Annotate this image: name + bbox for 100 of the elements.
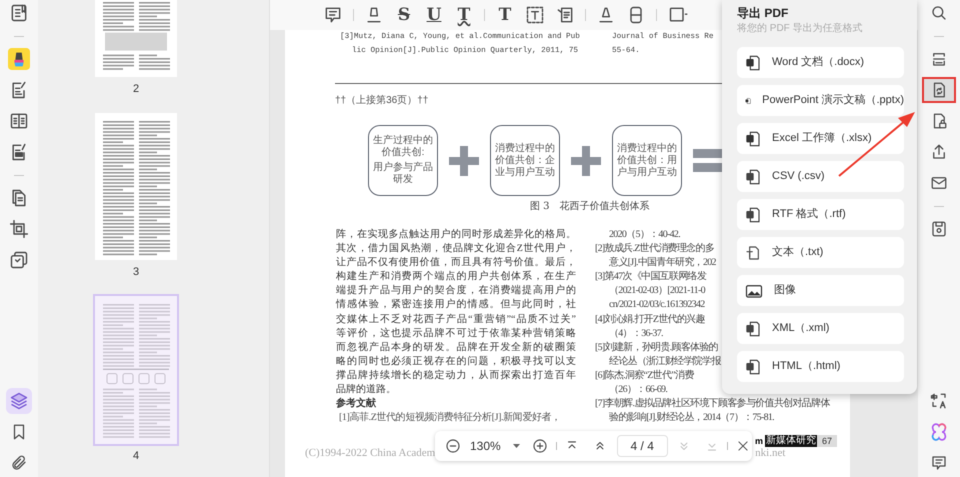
copyright-text: (C)1994-2022 China Academ (305, 447, 436, 460)
text-box-icon (525, 5, 545, 25)
export-option[interactable]: RTF 格式（.rtf) (737, 199, 904, 230)
header-fragment: m (755, 434, 764, 448)
reference-line: （26）：66-69. (608, 383, 668, 398)
comment-icon (930, 454, 948, 472)
export-option[interactable]: Word 文档（.docx) (737, 47, 904, 78)
underline-button[interactable]: U (424, 4, 444, 26)
text-line: 等评价，这也提示品牌不可过于依靠某种营销策略 (336, 326, 576, 341)
text-line: 品牌的道路。 (336, 383, 396, 398)
book-icon (9, 3, 29, 23)
flower-icon (930, 423, 948, 441)
zoom-out-icon (445, 438, 461, 454)
box-text: 生产过程中的价值共创: (372, 135, 434, 159)
export-option[interactable]: CSV (.csv) (737, 161, 904, 192)
text-line: 阵，在实现多点触达用户的同时形成差异化的格局。 (336, 228, 576, 242)
export-option[interactable]: PowerPoint 演示文稿（.pptx) (737, 85, 904, 116)
section-heading: 参考文献 (336, 397, 376, 412)
export-option[interactable]: Excel 工作簿（.xlsx) (737, 123, 904, 154)
panel-title: 导出 PDF (737, 5, 788, 21)
reference-line: （2021-02-03）[2021-11-0 (608, 284, 705, 298)
page-thumbnail[interactable] (95, 113, 177, 260)
mail-icon (930, 174, 948, 192)
export-option[interactable]: 文本（.txt) (737, 237, 904, 268)
text-line: 构建生产和消费两个端点的用户共创体系，在生产 (336, 270, 576, 284)
reference-line: [5]刘建新，孙明贵.顾客体验的 (595, 340, 718, 355)
translate-icon (930, 392, 948, 410)
page-number-label: 4 (132, 449, 140, 464)
reference-line: 经论丛（浙江财经学院学报 (608, 354, 721, 369)
box-text: 用户参与产品研发 (372, 162, 434, 186)
page-thumbnail[interactable] (95, 0, 177, 77)
zoom-dropdown[interactable]: 130% (470, 437, 520, 455)
zoom-out-button[interactable] (444, 437, 462, 455)
image-icon (745, 282, 763, 298)
equals-sign-icon (693, 148, 723, 172)
zoom-in-button[interactable] (530, 437, 549, 455)
zoom-in-icon (532, 438, 548, 454)
reference-line: [3]第47次《中国互联网络发 (595, 270, 706, 284)
figure-caption: 图 3 花西子价值共创体系 (530, 200, 650, 214)
strikethrough-button[interactable]: S (394, 4, 414, 26)
share-icon (930, 143, 948, 161)
text-line: 其次，借力国风热潮，使品牌文化迎合Z世代用户， (336, 242, 576, 256)
file-icon (745, 358, 761, 374)
text-line: 情感体验，紧密连接用户的情感。但与此同时，社 (336, 298, 576, 312)
plus-sign-icon (571, 146, 601, 176)
close-icon (736, 439, 750, 453)
stacked-pages-icon (9, 250, 29, 270)
text-button[interactable]: T (495, 4, 515, 26)
page-number-label: 3 (132, 265, 140, 280)
plus-sign-icon (449, 146, 479, 176)
highlighter-icon (8, 48, 30, 70)
save-icon (930, 220, 948, 238)
file-icon (745, 130, 761, 146)
convert-button[interactable] (922, 77, 956, 103)
reference-line: 验的影响[J].财经论丛，2014（7）：75-81. (608, 411, 774, 426)
file-icon (745, 168, 761, 184)
reference-line: [4]刘沁娟.打开Z世代的兴趣 (595, 312, 705, 327)
squiggly-button[interactable]: T (454, 4, 474, 26)
textbox-button[interactable] (525, 4, 545, 26)
reference-line: [7]李朝辉.虚拟品牌社区环境下顾客参与价值共创对品牌体 (595, 397, 830, 412)
export-option[interactable]: XML（.xml) (737, 313, 904, 344)
box-text: 消费过程中的价值共创：企业与用户互动 (494, 142, 556, 178)
layers-icon (9, 391, 29, 411)
callout-icon (555, 5, 575, 25)
file-icon (745, 54, 761, 70)
export-option[interactable]: 图像 (737, 275, 904, 306)
journal-badge: 新媒体研究 (765, 435, 818, 448)
reference-line: （4）：36-37. (608, 326, 663, 341)
site-text: nki.net (755, 447, 786, 460)
crop-icon (9, 219, 29, 239)
continued-note: ††（上接第36页）†† (335, 95, 428, 107)
search-icon (930, 4, 948, 22)
text-line: 撑品牌持续增长的稳定动力，从而探索出打造百年 (336, 368, 576, 383)
box-text: 消费过程中的价值共创：用户与用户互动 (616, 142, 678, 178)
export-option[interactable]: HTML（.html) (737, 351, 904, 382)
reference-line: 意义[J].中国青年研究，202 (608, 256, 716, 270)
text-file-icon (745, 244, 761, 260)
text-line: 让产品不仅有使用价值，而且具有符号价值。最后， (336, 256, 576, 270)
text-line: [1]高菲.Z世代的短视频消费特征分析[J].新闻爱好者， (339, 411, 561, 426)
page-number-label: 2 (132, 82, 140, 97)
comment-icon (323, 5, 343, 25)
ocr-icon (930, 50, 948, 68)
file-icon (745, 320, 761, 336)
page-number-field[interactable]: 4 / 4 (616, 435, 668, 457)
panel-subtitle: 将您的 PDF 导出为任意格式 (737, 23, 863, 35)
reference-line: [2]敖成兵.Z世代消费理念的多 (595, 242, 714, 256)
two-column-page-icon (9, 111, 29, 131)
caret-icon (512, 444, 520, 448)
text-line: 略的同时也必须正视存在的问题，积极寻找可以支 (336, 354, 576, 369)
reference-line: cn/2021-02/03/c.161392342 (608, 298, 705, 312)
page-thumbnail[interactable] (95, 296, 177, 444)
paperclip-icon (10, 454, 28, 472)
reference-line: 2020（5）：40-42. (608, 228, 680, 242)
text-line: 端提升产品与用户的契合度，在消费端提高用户的 (336, 284, 576, 298)
file-icon (745, 206, 761, 222)
text-line: 交媒体上不乏对花西子产品“重营销”“品质不过关” (336, 312, 576, 327)
highlight-button[interactable] (6, 46, 32, 72)
layers-button[interactable] (6, 388, 32, 414)
reference-line: [6]陈杰.洞察“Z世代”消费 (595, 368, 694, 383)
page-number: 67 (817, 435, 838, 448)
